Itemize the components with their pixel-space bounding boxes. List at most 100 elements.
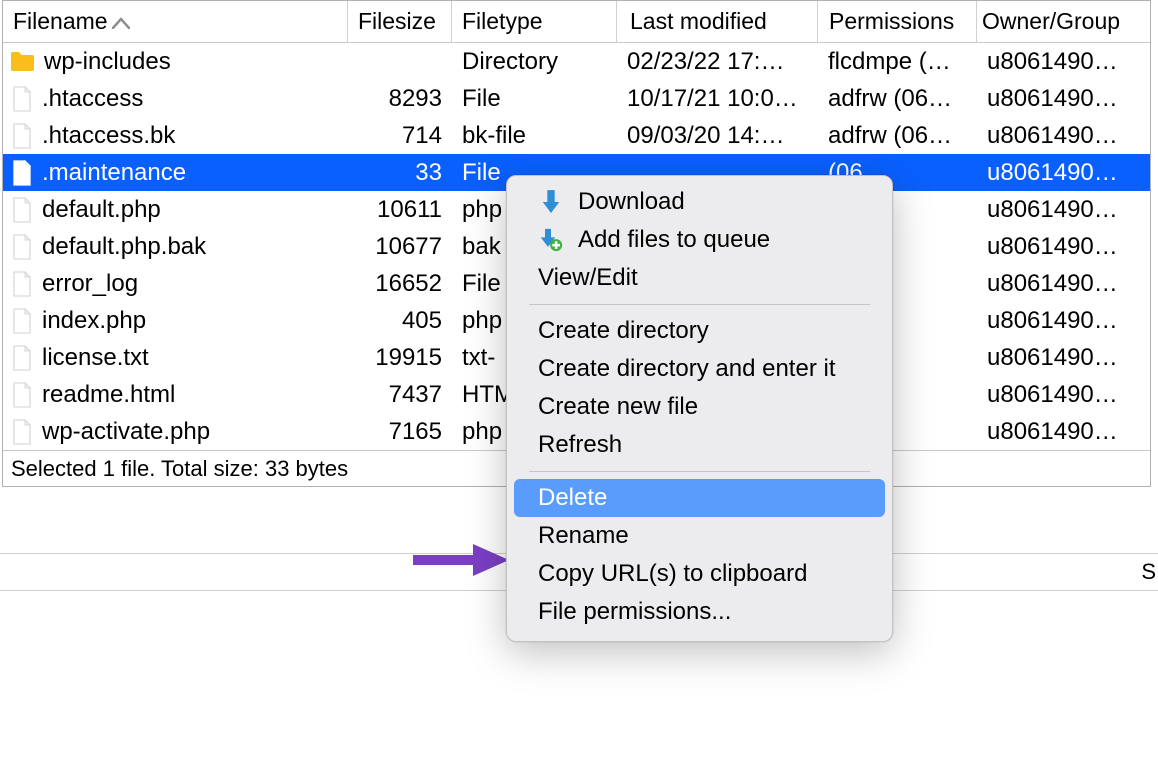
file-size-cell: 714 bbox=[348, 120, 452, 152]
menu-file-permissions[interactable]: File permissions... bbox=[514, 593, 885, 631]
menu-download[interactable]: Download bbox=[514, 183, 885, 221]
menu-add-queue[interactable]: Add files to queue bbox=[514, 221, 885, 259]
file-owner-cell: u8061490… bbox=[977, 120, 1150, 152]
file-icon bbox=[12, 160, 32, 186]
column-header-row: Filename Filesize Filetype Last modified… bbox=[3, 1, 1150, 43]
add-queue-icon bbox=[538, 227, 564, 253]
file-size-cell: 19915 bbox=[348, 342, 452, 374]
file-row[interactable]: .htaccess.bk 714 bk-file 09/03/20 14:… a… bbox=[3, 117, 1150, 154]
file-type-cell: bk-file bbox=[452, 120, 617, 152]
folder-icon bbox=[10, 51, 35, 72]
file-size-cell: 7165 bbox=[348, 416, 452, 448]
file-name-label: license.txt bbox=[42, 344, 149, 372]
file-name-cell: readme.html bbox=[3, 379, 348, 411]
file-perm-cell: adfrw (06… bbox=[818, 83, 977, 115]
file-owner-cell: u8061490… bbox=[977, 231, 1150, 263]
file-icon bbox=[12, 271, 32, 297]
file-owner-cell: u8061490… bbox=[977, 46, 1150, 78]
file-name-label: .htaccess.bk bbox=[42, 122, 175, 150]
file-owner-cell: u8061490… bbox=[977, 305, 1150, 337]
file-owner-cell: u8061490… bbox=[977, 157, 1150, 189]
file-icon bbox=[12, 123, 32, 149]
column-header-owner[interactable]: Owner/Group bbox=[977, 1, 1150, 42]
file-name-cell: .htaccess.bk bbox=[3, 120, 348, 152]
file-name-label: default.php.bak bbox=[42, 233, 206, 261]
file-name-label: wp-activate.php bbox=[42, 418, 210, 446]
menu-delete[interactable]: Delete bbox=[514, 479, 885, 517]
file-size-cell: 405 bbox=[348, 305, 452, 337]
menu-create-directory-enter[interactable]: Create directory and enter it bbox=[514, 350, 885, 388]
menu-delete-label: Delete bbox=[538, 484, 607, 512]
menu-file-perm-label: File permissions... bbox=[538, 598, 731, 626]
file-perm-cell: adfrw (06… bbox=[818, 120, 977, 152]
file-name-label: .htaccess bbox=[42, 85, 143, 113]
file-icon bbox=[12, 419, 32, 445]
file-name-label: .maintenance bbox=[42, 159, 186, 187]
file-name-label: default.php bbox=[42, 196, 161, 224]
file-lastmod-cell bbox=[617, 171, 818, 175]
filename-header-label: Filename bbox=[13, 8, 108, 35]
file-owner-cell: u8061490… bbox=[977, 194, 1150, 226]
menu-view-edit-label: View/Edit bbox=[538, 264, 638, 292]
file-icon bbox=[12, 234, 32, 260]
file-name-label: error_log bbox=[42, 270, 138, 298]
file-icon bbox=[12, 308, 32, 334]
menu-download-label: Download bbox=[578, 188, 685, 216]
sort-ascending-icon bbox=[112, 8, 130, 35]
file-icon bbox=[12, 86, 32, 112]
download-arrow-icon bbox=[538, 189, 564, 215]
file-row[interactable]: wp-includes Directory 02/23/22 17:… flcd… bbox=[3, 43, 1150, 80]
file-name-label: readme.html bbox=[42, 381, 175, 409]
file-owner-cell: u8061490… bbox=[977, 416, 1150, 448]
file-name-cell: license.txt bbox=[3, 342, 348, 374]
column-header-filetype[interactable]: Filetype bbox=[452, 1, 617, 42]
file-perm-cell: flcdmpe (… bbox=[818, 46, 977, 78]
file-name-cell: .maintenance bbox=[3, 157, 348, 189]
file-size-cell bbox=[348, 60, 452, 64]
file-name-cell: index.php bbox=[3, 305, 348, 337]
file-owner-cell: u8061490… bbox=[977, 379, 1150, 411]
column-header-permissions[interactable]: Permissions bbox=[818, 1, 977, 42]
menu-copy-url[interactable]: Copy URL(s) to clipboard bbox=[514, 555, 885, 593]
file-size-cell: 10677 bbox=[348, 231, 452, 263]
menu-copy-url-label: Copy URL(s) to clipboard bbox=[538, 560, 807, 588]
file-icon bbox=[12, 197, 32, 223]
file-name-label: index.php bbox=[42, 307, 146, 335]
menu-create-file[interactable]: Create new file bbox=[514, 388, 885, 426]
bottom-letter: S bbox=[1141, 559, 1156, 585]
menu-create-directory[interactable]: Create directory bbox=[514, 312, 885, 350]
file-name-cell: default.php bbox=[3, 194, 348, 226]
menu-separator bbox=[529, 471, 870, 472]
file-lastmod-cell: 10/17/21 10:0… bbox=[617, 83, 818, 115]
file-name-cell: wp-activate.php bbox=[3, 416, 348, 448]
file-size-cell: 10611 bbox=[348, 194, 452, 226]
file-name-cell: .htaccess bbox=[3, 83, 348, 115]
file-row[interactable]: .htaccess 8293 File 10/17/21 10:0… adfrw… bbox=[3, 80, 1150, 117]
file-type-cell: File bbox=[452, 83, 617, 115]
context-menu: Download Add files to queue View/Edit Cr… bbox=[506, 175, 893, 642]
file-lastmod-cell: 02/23/22 17:… bbox=[617, 46, 818, 78]
menu-create-dir-enter-label: Create directory and enter it bbox=[538, 355, 835, 383]
menu-rename-label: Rename bbox=[538, 522, 629, 550]
menu-separator bbox=[529, 304, 870, 305]
file-size-cell: 8293 bbox=[348, 83, 452, 115]
status-text: Selected 1 file. Total size: 33 bytes bbox=[11, 456, 348, 482]
file-owner-cell: u8061490… bbox=[977, 268, 1150, 300]
file-icon bbox=[12, 345, 32, 371]
menu-view-edit[interactable]: View/Edit bbox=[514, 259, 885, 297]
column-header-filename[interactable]: Filename bbox=[3, 1, 348, 42]
menu-refresh-label: Refresh bbox=[538, 431, 622, 459]
menu-refresh[interactable]: Refresh bbox=[514, 426, 885, 464]
annotation-arrow-icon bbox=[413, 539, 511, 581]
file-name-cell: default.php.bak bbox=[3, 231, 348, 263]
file-name-label: wp-includes bbox=[44, 48, 171, 76]
column-header-filesize[interactable]: Filesize bbox=[348, 1, 452, 42]
file-icon bbox=[12, 382, 32, 408]
menu-create-file-label: Create new file bbox=[538, 393, 698, 421]
menu-add-queue-label: Add files to queue bbox=[578, 226, 770, 254]
column-header-lastmodified[interactable]: Last modified bbox=[617, 1, 818, 42]
file-lastmod-cell: 09/03/20 14:… bbox=[617, 120, 818, 152]
menu-rename[interactable]: Rename bbox=[514, 517, 885, 555]
file-owner-cell: u8061490… bbox=[977, 83, 1150, 115]
file-type-cell: Directory bbox=[452, 46, 617, 78]
